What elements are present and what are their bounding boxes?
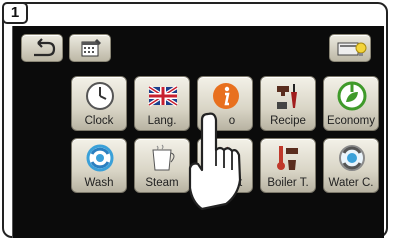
water-cycle-label: Water C. bbox=[328, 177, 374, 189]
clock-tile[interactable]: Clock bbox=[71, 76, 127, 131]
recipe-label: Recipe bbox=[270, 115, 306, 127]
steam-pitcher-icon bbox=[152, 144, 175, 171]
water-cycle-tile[interactable]: Water C. bbox=[323, 138, 379, 193]
step-number-badge: 1 bbox=[2, 2, 28, 24]
clock-icon bbox=[86, 82, 114, 110]
machine-bulb-icon bbox=[337, 42, 367, 56]
info-icon bbox=[213, 83, 239, 109]
water-cycle-icon bbox=[339, 145, 365, 171]
boiler-temperature-label: Boiler T. bbox=[267, 177, 309, 189]
recipe-tile[interactable]: Recipe bbox=[260, 76, 316, 131]
language-label: Lang. bbox=[147, 115, 177, 127]
wash-label: Wash bbox=[84, 177, 114, 189]
pointing-hand-icon bbox=[188, 112, 242, 210]
language-tile[interactable]: Lang. bbox=[134, 76, 190, 131]
clock-label: Clock bbox=[84, 115, 114, 127]
boiler-thermometer-icon bbox=[277, 146, 298, 170]
wash-cycle-icon bbox=[86, 144, 114, 172]
steam-label: Steam bbox=[145, 177, 179, 189]
power-leaf-icon bbox=[337, 81, 367, 111]
machine-settings-button[interactable] bbox=[329, 34, 371, 62]
back-arrow-icon bbox=[34, 38, 56, 57]
uk-flag-icon bbox=[147, 85, 179, 107]
economy-label: Economy bbox=[327, 115, 375, 127]
wash-tile[interactable]: Wash bbox=[71, 138, 127, 193]
calendar-wrench-icon bbox=[81, 39, 101, 57]
steam-tile[interactable]: Steam bbox=[134, 138, 190, 193]
cups-icon bbox=[277, 84, 297, 109]
back-button[interactable] bbox=[21, 34, 63, 62]
boiler-temperature-tile[interactable]: Boiler T. bbox=[260, 138, 316, 193]
calendar-settings-button[interactable] bbox=[69, 34, 111, 62]
economy-tile[interactable]: Economy bbox=[323, 76, 379, 131]
